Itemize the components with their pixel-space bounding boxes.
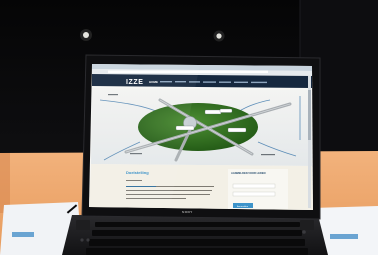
sidebar-input [232,183,276,189]
photo-scene [0,0,378,255]
paper-right-mark [330,234,358,239]
sidebar-submit-button [233,203,253,208]
browser-scroll-thumb [308,90,311,140]
paper-left-mark [12,232,34,237]
sidebar-input [232,191,276,197]
ceiling-light [80,29,92,41]
media-button [86,238,90,242]
ceiling-light [213,30,225,42]
keyboard-speaker [76,220,90,230]
desk-left-shadow [0,153,10,213]
keyboard-speaker [300,220,314,230]
power-button [302,230,306,234]
media-button [80,238,84,242]
